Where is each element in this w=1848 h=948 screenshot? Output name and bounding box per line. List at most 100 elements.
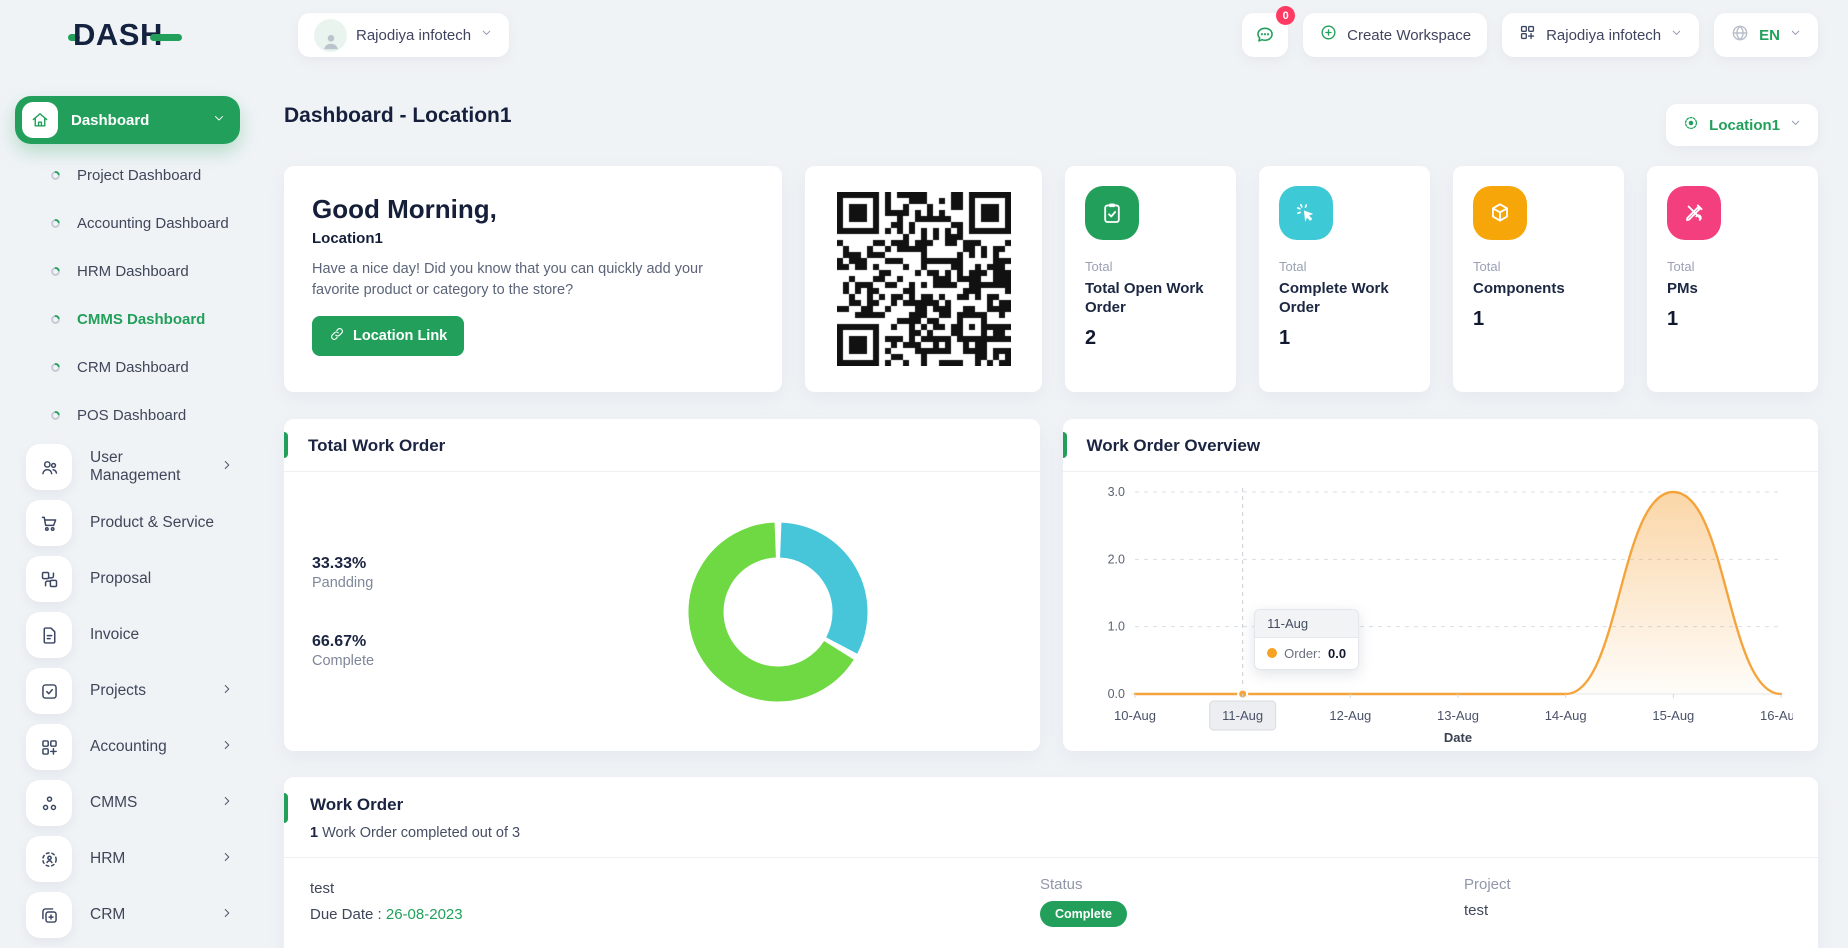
total-work-order-card: Total Work Order 33.33% Pandding 66.67% … [284,419,1040,751]
create-workspace-button[interactable]: Create Workspace [1303,13,1487,57]
tooltip-series: Order: [1284,646,1321,661]
workspace-name: Rajodiya infotech [356,27,471,44]
card-header: Total Work Order [284,419,1040,472]
cube-icon [1473,186,1527,240]
sidebar-item-label: HRM [90,850,125,868]
card-title: Work Order Overview [1087,436,1261,455]
app-logo[interactable]: DASH [0,0,264,70]
donut-legend: 33.33% Pandding 66.67% Complete [312,555,527,669]
chevron-down-icon [1789,26,1802,44]
cursor-click-icon [1279,186,1333,240]
legend-label: Pandding [312,575,527,591]
sidebar-item-label: HRM Dashboard [77,263,189,280]
legend-percent: 33.33% [312,555,527,573]
qr-code-image [837,192,1011,366]
clipboard-check-icon [1085,186,1139,240]
chevron-right-icon [220,738,234,757]
status-column: Status Complete [1040,876,1127,927]
crm-icon [26,892,72,938]
messages-badge: 0 [1276,6,1295,25]
chevron-down-icon [480,26,493,44]
sidebar-item-hrm-dashboard[interactable]: HRM Dashboard [0,247,264,295]
sidebar-item-label: Product & Service [90,514,214,532]
sidebar-item-crm[interactable]: CRM [0,887,264,943]
svg-text:16-Aug: 16-Aug [1760,708,1793,723]
card-title: Total Work Order [308,436,445,455]
language-selector[interactable]: EN [1714,13,1818,57]
sidebar-item-hrm[interactable]: HRM [0,831,264,887]
svg-text:Date: Date [1443,730,1471,744]
sidebar-item-label: Proposal [90,570,151,588]
cart-icon [26,500,72,546]
invoice-icon [26,612,72,658]
stat-label: Total Open Work Order [1085,280,1216,318]
sidebar-item-label: Projects [90,682,146,700]
sidebar-item-label: POS Dashboard [77,407,186,424]
due-date: 26-08-2023 [386,906,463,923]
sidebar-item-label: Project Dashboard [77,167,201,184]
messages-button[interactable]: 0 [1242,13,1288,57]
svg-text:10-Aug: 10-Aug [1114,708,1156,723]
plus-circle-icon [1319,23,1338,47]
bullet-icon [50,218,61,229]
svg-text:13-Aug: 13-Aug [1437,708,1479,723]
stat-kicker: Total [1473,259,1604,274]
svg-text:1.0: 1.0 [1107,620,1124,634]
sidebar-item-crm-dashboard[interactable]: CRM Dashboard [0,343,264,391]
sidebar-item-label: Dashboard [71,112,149,129]
chevron-down-icon [1789,116,1802,134]
workspace-selector[interactable]: Rajodiya infotech [298,13,509,57]
stat-value: 1 [1279,327,1410,350]
sidebar-item-pos-dashboard[interactable]: POS Dashboard [0,391,264,439]
sidebar-item-product-service[interactable]: Product & Service [0,495,264,551]
users-icon [26,444,72,490]
card-header: Work Order Overview [1063,419,1819,472]
legend-percent: 66.67% [312,633,527,651]
project-label: Project [1464,876,1511,893]
project-column: Project test [1464,876,1511,919]
stat-value: 1 [1667,308,1798,331]
sidebar-item-label: Invoice [90,626,139,644]
svg-text:12-Aug: 12-Aug [1329,708,1371,723]
sidebar-item-label: CRM [90,906,125,924]
bullet-icon [50,314,61,325]
sidebar-item-invoice[interactable]: Invoice [0,607,264,663]
legend-item-complete: 66.67% Complete [312,633,527,669]
svg-text:15-Aug: 15-Aug [1652,708,1694,723]
sidebar-item-label: CRM Dashboard [77,359,189,376]
sidebar-item-accounting-dashboard[interactable]: Accounting Dashboard [0,199,264,247]
stat-label: PMs [1667,280,1798,299]
stat-label: Components [1473,280,1604,299]
summary-count: 1 [310,825,318,841]
tools-icon [1667,186,1721,240]
work-order-overview-area-chart[interactable]: 0.01.02.03.010-Aug11-Aug12-Aug13-Aug14-A… [1087,478,1793,744]
area-chart-body: 0.01.02.03.010-Aug11-Aug12-Aug13-Aug14-A… [1063,472,1819,749]
total-work-order-donut-chart[interactable] [680,514,876,710]
location-link-button[interactable]: Location Link [312,316,464,356]
sidebar-item-label: CMMS Dashboard [77,311,205,328]
chevron-down-icon [1670,26,1683,44]
sidebar-item-proposal[interactable]: Proposal [0,551,264,607]
series-dot-icon [1267,648,1277,658]
summary-text: Work Order completed out of 3 [318,825,520,841]
sidebar-item-user-management[interactable]: User Management [0,439,264,495]
tooltip-title: 11-Aug [1255,610,1358,638]
sidebar-item-projects[interactable]: Projects [0,663,264,719]
sidebar-item-cmms[interactable]: CMMS [0,775,264,831]
globe-icon [1730,23,1750,48]
project-value: test [1464,902,1511,919]
sidebar-item-cmms-dashboard[interactable]: CMMS Dashboard [0,295,264,343]
location-selector[interactable]: Location1 [1666,104,1818,146]
sidebar-item-dashboard[interactable]: Dashboard [15,96,240,144]
bullet-icon [50,266,61,277]
stat-label: Complete Work Order [1279,280,1410,318]
work-order-row: test Due Date : 26-08-2023 Status Comple… [284,858,1818,948]
work-order-summary: 1 Work Order completed out of 3 [310,825,1792,841]
company-selector[interactable]: Rajodiya infotech [1502,13,1699,57]
work-order-overview-card: Work Order Overview 0.01.02.03.010-Aug11… [1063,419,1819,751]
legend-item-pandding: 33.33% Pandding [312,555,527,591]
sidebar-item-accounting[interactable]: Accounting [0,719,264,775]
nodes-icon [26,780,72,826]
chevron-right-icon [220,682,234,701]
sidebar-item-project-dashboard[interactable]: Project Dashboard [0,151,264,199]
